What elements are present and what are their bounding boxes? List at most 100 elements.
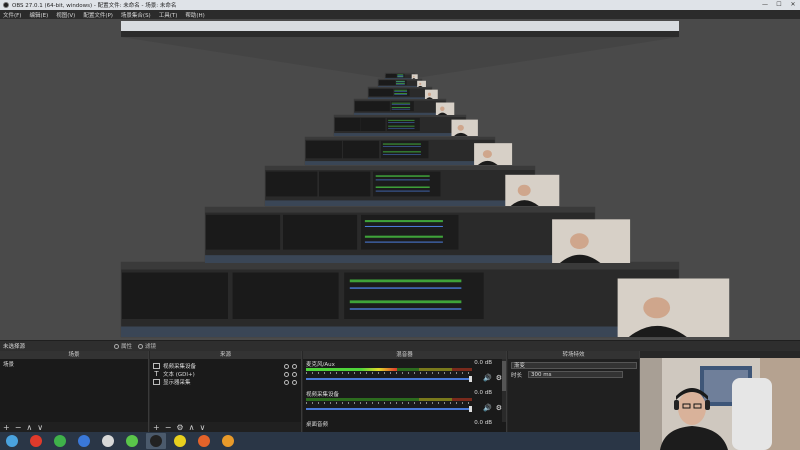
source-item-display-capture[interactable]: 显示器采集 xyxy=(150,378,301,386)
menu-bar: 文件(F) 编辑(E) 视图(V) 配置文件(P) 场景集合(S) 工具(T) … xyxy=(0,10,800,19)
nested-webcam-face xyxy=(419,82,422,86)
menu-view[interactable]: 视图(V) xyxy=(56,11,75,19)
taskbar-media-player-button[interactable] xyxy=(50,433,70,449)
nested-webcam xyxy=(505,174,560,206)
move-scene-up-button[interactable]: ∧ xyxy=(26,423,32,432)
properties-button[interactable]: 属性 xyxy=(114,342,132,350)
eye-icon[interactable] xyxy=(284,379,289,385)
mixer-header: 混音器 xyxy=(303,351,506,359)
eye-icon[interactable] xyxy=(284,363,289,369)
mixer-scrollbar[interactable] xyxy=(502,359,506,422)
menu-scene-collection[interactable]: 场景集合(S) xyxy=(121,11,151,19)
menu-profile[interactable]: 配置文件(P) xyxy=(83,11,113,19)
nested-window-header xyxy=(205,207,595,213)
add-scene-button[interactable]: + xyxy=(3,423,10,432)
menu-edit[interactable]: 编辑(E) xyxy=(29,11,48,19)
nested-scenes-panel xyxy=(122,272,229,319)
minimize-button[interactable]: — xyxy=(758,0,772,10)
add-source-button[interactable]: + xyxy=(153,423,160,432)
preview-canvas[interactable] xyxy=(0,19,800,340)
mixer-channel-video-capture: 视频采集设备 0.0 dB 🔊 ⚙ xyxy=(306,390,502,412)
nested-audio-meter xyxy=(396,80,405,82)
taskbar-qq-button[interactable] xyxy=(26,433,46,449)
nested-taskbar xyxy=(334,133,466,136)
nested-volume-slider xyxy=(391,108,411,110)
menu-file[interactable]: 文件(F) xyxy=(3,11,21,19)
source-item-video-capture[interactable]: 视频采集设备 xyxy=(150,362,301,370)
taskbar-record-button[interactable] xyxy=(170,433,190,449)
audio-meter xyxy=(306,398,472,401)
nested-webcam xyxy=(424,89,438,99)
lock-icon[interactable] xyxy=(292,363,297,369)
move-scene-down-button[interactable]: ∨ xyxy=(37,423,43,432)
nested-audio-meter xyxy=(364,220,443,223)
nested-webcam-face xyxy=(440,106,445,112)
maximize-button[interactable]: ☐ xyxy=(772,0,786,10)
nested-webcam-face xyxy=(643,297,671,319)
nested-sources-panel xyxy=(391,73,397,78)
nested-webcam-face xyxy=(427,92,431,97)
menu-help[interactable]: 帮助(H) xyxy=(185,11,204,19)
taskbar-obs-button[interactable] xyxy=(146,433,166,449)
nested-sources-panel xyxy=(343,140,380,159)
volume-slider[interactable] xyxy=(306,406,472,412)
media-player-icon xyxy=(54,435,66,447)
source-item-text[interactable]: T 文本 (GDI+) xyxy=(150,370,301,378)
nested-volume-slider xyxy=(349,308,462,310)
nested-webcam-face xyxy=(413,75,415,78)
duration-input[interactable]: 300 ms xyxy=(528,371,624,378)
filters-button[interactable]: 滤镜 xyxy=(138,342,156,350)
nested-taskbar xyxy=(305,161,495,165)
volume-slider[interactable] xyxy=(306,376,472,382)
nested-scenes-panel xyxy=(386,73,392,78)
nested-audio-meter xyxy=(394,89,408,91)
nested-scenes-panel xyxy=(306,140,343,159)
taskbar-wechat-button[interactable] xyxy=(122,433,142,449)
transition-type-select[interactable]: 渐变 xyxy=(508,361,639,370)
speaker-icon[interactable]: 🔊 xyxy=(483,404,492,412)
move-source-up-button[interactable]: ∧ xyxy=(189,423,195,432)
nested-audio-meter xyxy=(388,125,415,127)
source-settings-button[interactable]: ⚙ xyxy=(176,423,183,432)
taskbar-folder-button[interactable] xyxy=(218,433,238,449)
nested-volume-slider xyxy=(349,287,462,289)
source-toolbar: 未选择源 属性 滤镜 xyxy=(0,341,800,351)
nested-audio-meter xyxy=(382,143,421,145)
taskbar-sogou-button[interactable] xyxy=(74,433,94,449)
nested-sources-panel xyxy=(386,80,396,86)
lock-icon[interactable] xyxy=(292,379,297,385)
taskbar-browser-button[interactable] xyxy=(194,433,214,449)
remove-source-button[interactable]: − xyxy=(165,423,172,432)
scene-item[interactable]: 场景 xyxy=(0,359,148,369)
scenes-header: 场景 xyxy=(0,351,148,359)
taskbar-game-button[interactable] xyxy=(98,433,118,449)
nested-window-header xyxy=(265,166,535,170)
menu-tools[interactable]: 工具(T) xyxy=(159,11,178,19)
nested-audio-meter xyxy=(375,175,430,177)
preview-menu-strip xyxy=(121,31,679,37)
nested-webcam xyxy=(474,143,513,165)
nested-audio-meter xyxy=(396,83,405,84)
eye-icon[interactable] xyxy=(284,371,289,377)
audio-mixer-panel: 混音器 麦克风/Aux 0.0 dB 🔊 ⚙ 视频采集设备 0.0 dB 🔊 ⚙ xyxy=(303,351,507,432)
scenes-panel: 场景 场景 + − ∧ ∨ xyxy=(0,351,149,432)
remove-scene-button[interactable]: − xyxy=(15,423,22,432)
browser-icon xyxy=(198,435,210,447)
qq-icon xyxy=(30,435,42,447)
speaker-icon[interactable]: 🔊 xyxy=(483,374,492,382)
move-source-down-button[interactable]: ∨ xyxy=(199,423,205,432)
preview-cone xyxy=(121,37,679,79)
nested-audio-meter xyxy=(349,279,462,283)
nested-window-header xyxy=(334,115,466,118)
close-button[interactable]: ✕ xyxy=(786,0,800,10)
nested-webcam-face xyxy=(517,184,531,197)
filter-icon xyxy=(138,343,143,349)
lock-icon[interactable] xyxy=(292,371,297,377)
audio-meter xyxy=(306,368,472,371)
sources-footer: + − ⚙ ∧ ∨ xyxy=(150,422,301,432)
nested-volume-slider xyxy=(396,81,405,83)
nested-volume-slider xyxy=(382,154,421,155)
taskbar-start-button[interactable] xyxy=(2,433,22,449)
transitions-header: 转场特效 xyxy=(508,351,639,359)
webcam-person-image xyxy=(640,358,800,450)
